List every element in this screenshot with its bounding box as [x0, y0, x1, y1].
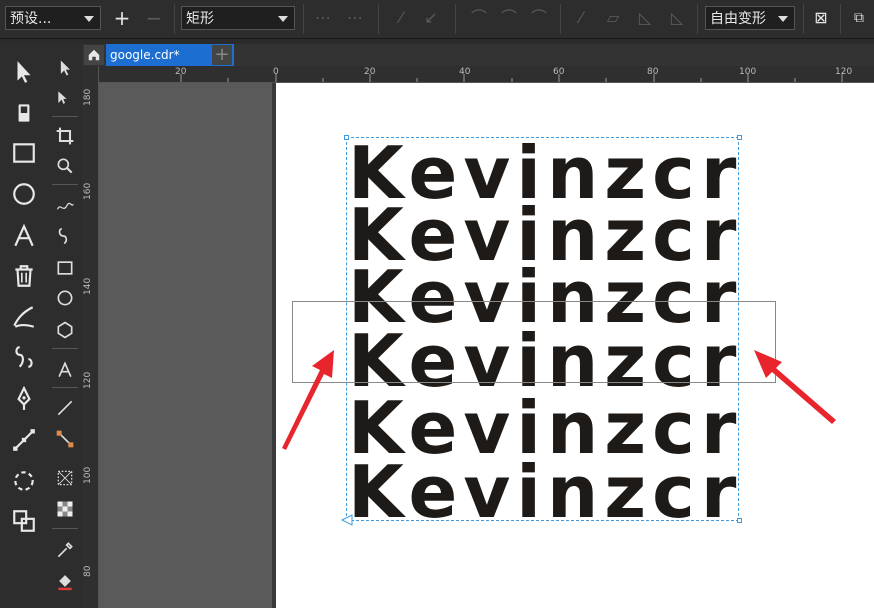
- selection-bounding-box[interactable]: [346, 137, 739, 521]
- envelope-handle-icon[interactable]: [340, 514, 354, 526]
- shape-dropdown[interactable]: 矩形: [181, 6, 295, 30]
- pick-tool-icon[interactable]: [9, 57, 39, 87]
- divider: [52, 387, 78, 388]
- ruler-ticks: [180, 74, 843, 82]
- ruler-label: 40: [459, 67, 471, 77]
- crop-icon[interactable]: [53, 124, 77, 148]
- preset-dropdown[interactable]: 预设...: [5, 6, 101, 30]
- transform-dropdown[interactable]: 自由变形: [705, 6, 795, 30]
- ruler-label: 120: [83, 371, 93, 389]
- envelope-icon[interactable]: [53, 466, 77, 490]
- ruler-label: 180: [83, 88, 93, 106]
- text-icon[interactable]: [53, 358, 77, 382]
- add-node-green-icon[interactable]: ⧉: [848, 7, 870, 29]
- polygon-icon[interactable]: [53, 318, 77, 342]
- ruler-label: 100: [83, 466, 93, 484]
- secondary-toolbox: [48, 44, 83, 608]
- add-tab-icon[interactable]: +: [212, 45, 232, 65]
- vertical-ruler[interactable]: 180 160 140 120 100 80: [82, 66, 99, 608]
- divider: [840, 4, 841, 34]
- connector-icon[interactable]: [53, 427, 77, 451]
- chevron-down-icon: [778, 16, 788, 22]
- divider: [52, 116, 78, 117]
- symmetric-node-icon[interactable]: ⌒: [528, 7, 550, 29]
- right-arrow-icon: [754, 350, 836, 424]
- divider: [52, 348, 78, 349]
- smooth-node-icon[interactable]: ⌒: [468, 7, 490, 29]
- divider: [455, 4, 456, 34]
- blend-tool-icon[interactable]: [9, 466, 39, 496]
- ruler-label: 0: [273, 67, 279, 77]
- transparency-icon[interactable]: [53, 497, 77, 521]
- pick-icon[interactable]: [53, 56, 77, 80]
- property-bar: 预设... + − 矩形 ⋯ ⋯ ⁄ ↙ ⌒ ⌒ ⌒ ⁄ ▱ ◺ ◺ 自由变形 …: [0, 0, 874, 39]
- divider: [560, 4, 561, 34]
- straight-icon[interactable]: ⁄: [570, 7, 592, 29]
- ruler-label: 100: [739, 67, 757, 77]
- divider: [174, 4, 175, 34]
- ruler-label: 80: [647, 67, 659, 77]
- connector-tool-icon[interactable]: [9, 425, 39, 455]
- horizontal-ruler[interactable]: 20 0 20 40 60 80 100 120: [98, 66, 874, 83]
- ruler-label: 20: [364, 67, 376, 77]
- divider: [803, 4, 804, 34]
- divider: [52, 184, 78, 185]
- artistic-media-icon[interactable]: [9, 302, 39, 332]
- chevron-down-icon: [278, 16, 288, 22]
- envelope-mapping-icon[interactable]: ⊠: [810, 7, 832, 29]
- home-icon[interactable]: [84, 45, 104, 65]
- ellipse-tool-icon[interactable]: [9, 179, 39, 209]
- rectangle-tool-icon[interactable]: [9, 138, 39, 168]
- ruler-label: 20: [175, 67, 187, 77]
- divider: [52, 528, 78, 529]
- tab-label: google.cdr*: [110, 48, 180, 62]
- rectangle-icon[interactable]: [53, 256, 77, 280]
- preset-label: 预设...: [10, 11, 52, 27]
- ruler-label: 120: [835, 67, 853, 77]
- shape-a-icon[interactable]: ▱: [602, 7, 624, 29]
- chevron-down-icon: [84, 16, 94, 22]
- ruler-label: 140: [83, 277, 93, 295]
- add-preset-icon[interactable]: +: [111, 7, 133, 29]
- text-tool-icon[interactable]: [9, 221, 39, 251]
- dimension-icon[interactable]: [53, 396, 77, 420]
- shape-c-icon[interactable]: ◺: [666, 7, 688, 29]
- fill-icon[interactable]: [53, 569, 77, 593]
- node-add-icon[interactable]: ⋯: [312, 7, 334, 29]
- node-edit-icon[interactable]: [53, 86, 77, 110]
- divider: [697, 4, 698, 34]
- divider: [378, 4, 379, 34]
- divider: [303, 4, 304, 34]
- line-icon[interactable]: ⁄: [390, 7, 412, 29]
- shape-b-icon[interactable]: ◺: [634, 7, 656, 29]
- curve-icon[interactable]: ↙: [420, 7, 442, 29]
- remove-preset-icon[interactable]: −: [143, 7, 165, 29]
- ruler-label: 160: [83, 182, 93, 200]
- cusp-node-icon[interactable]: ⌒: [498, 7, 520, 29]
- ruler-label: 80: [83, 565, 93, 577]
- weld-icon[interactable]: [9, 506, 39, 536]
- main-toolbox: [0, 44, 49, 608]
- eyedropper-icon[interactable]: [53, 538, 77, 562]
- freehand-icon[interactable]: [53, 194, 77, 218]
- pen-tool-icon[interactable]: [9, 384, 39, 414]
- selection-handle[interactable]: [344, 135, 349, 140]
- selection-handle[interactable]: [737, 518, 742, 523]
- shape-label: 矩形: [186, 11, 214, 27]
- ellipse-icon[interactable]: [53, 286, 77, 310]
- transform-label: 自由变形: [710, 11, 766, 27]
- document-tab-bar: google.cdr* +: [82, 44, 874, 68]
- ruler-label: 60: [553, 67, 565, 77]
- desktop-area[interactable]: [99, 83, 276, 608]
- left-arrow-icon: [282, 350, 334, 450]
- zoom-icon[interactable]: [53, 154, 77, 178]
- delete-icon[interactable]: [9, 261, 39, 291]
- node-delete-icon[interactable]: ⋯: [344, 7, 366, 29]
- shape-tool-icon[interactable]: [9, 98, 39, 128]
- bspline-icon[interactable]: [53, 224, 77, 248]
- selection-handle[interactable]: [737, 135, 742, 140]
- freehand-tool-icon[interactable]: [9, 342, 39, 372]
